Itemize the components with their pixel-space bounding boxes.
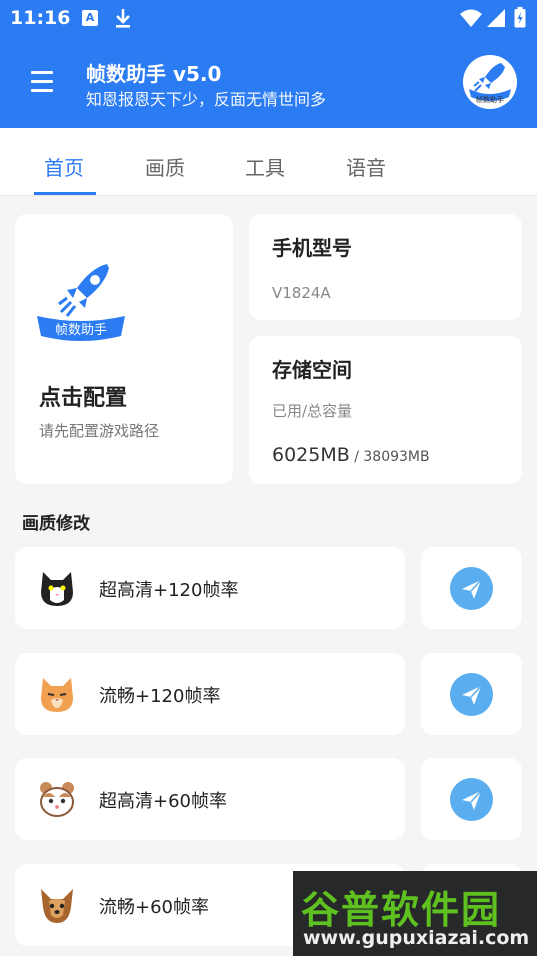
orange-cat-icon [41, 678, 73, 712]
brand-logo-text: 帧数助手 [55, 323, 107, 338]
watermark-url: www.gupuxiazai.com [303, 927, 530, 949]
config-title: 点击配置 [39, 386, 128, 411]
preset-row[interactable]: 流畅+120帧率 [15, 653, 405, 735]
apply-button[interactable] [421, 653, 522, 735]
tab-home[interactable]: 首页 [44, 152, 84, 181]
status-bar: 11:16 A [0, 0, 537, 36]
send-icon [450, 567, 493, 610]
storage-total: / 38093MB [349, 449, 430, 465]
config-subtitle: 请先配置游戏路径 [39, 422, 160, 440]
menu-icon[interactable] [31, 71, 55, 93]
hamster-icon [40, 782, 74, 817]
phone-model-card: 手机型号 V1824A [249, 214, 522, 320]
storage-label: 已用/总容量 [272, 402, 353, 420]
app-logo-icon[interactable]: 帧数助手 [463, 55, 517, 109]
logo-text: 帧数助手 [476, 96, 504, 104]
section-title: 画质修改 [22, 514, 90, 534]
tab-quality[interactable]: 画质 [145, 152, 185, 181]
send-icon [450, 778, 493, 821]
apply-button[interactable] [421, 547, 522, 629]
tab-voice[interactable]: 语音 [346, 152, 386, 181]
preset-row[interactable]: 超高清+60帧率 [15, 758, 405, 840]
signal-icon [487, 9, 505, 27]
preset-label: 流畅+60帧率 [99, 897, 209, 918]
phone-model-value: V1824A [272, 284, 331, 302]
apply-button[interactable] [421, 758, 522, 840]
wifi-icon [460, 9, 482, 27]
storage-used: 6025MB [272, 444, 350, 466]
preset-label: 流畅+120帧率 [99, 686, 221, 707]
battery-icon [514, 7, 526, 28]
preset-label: 超高清+60帧率 [99, 791, 227, 812]
tab-indicator [34, 192, 96, 195]
download-icon [116, 9, 130, 28]
send-icon [450, 673, 493, 716]
yorkie-dog-icon [41, 889, 73, 923]
storage-used-value: 6025MB / 38093MB [272, 444, 430, 466]
phone-model-title: 手机型号 [272, 236, 352, 260]
rocket-logo-icon: 帧数助手 [37, 264, 125, 341]
tab-bar: 首页 画质 工具 语音 [0, 128, 537, 196]
watermark: 谷普软件园 www.gupuxiazai.com [293, 871, 537, 956]
status-time: 11:16 [10, 7, 71, 29]
app-title: 帧数助手 v5.0 [86, 62, 222, 86]
storage-card: 存储空间 已用/总容量 6025MB / 38093MB [249, 336, 522, 484]
tab-tools[interactable]: 工具 [245, 152, 285, 181]
preset-row[interactable]: 超高清+120帧率 [15, 547, 405, 629]
app-notification-icon: A [82, 10, 98, 26]
black-white-cat-icon [41, 572, 73, 606]
watermark-title: 谷普软件园 [301, 888, 502, 932]
app-subtitle: 知恩报恩天下少，反面无情世间多 [86, 90, 327, 109]
preset-label: 超高清+120帧率 [99, 580, 239, 601]
config-card[interactable]: 帧数助手 点击配置 请先配置游戏路径 [15, 214, 233, 484]
storage-title: 存储空间 [272, 358, 352, 382]
app-header: 11:16 A 帧数助手 v5.0 知恩报恩天下少，反面无情世间多 帧数助手 [0, 0, 537, 128]
